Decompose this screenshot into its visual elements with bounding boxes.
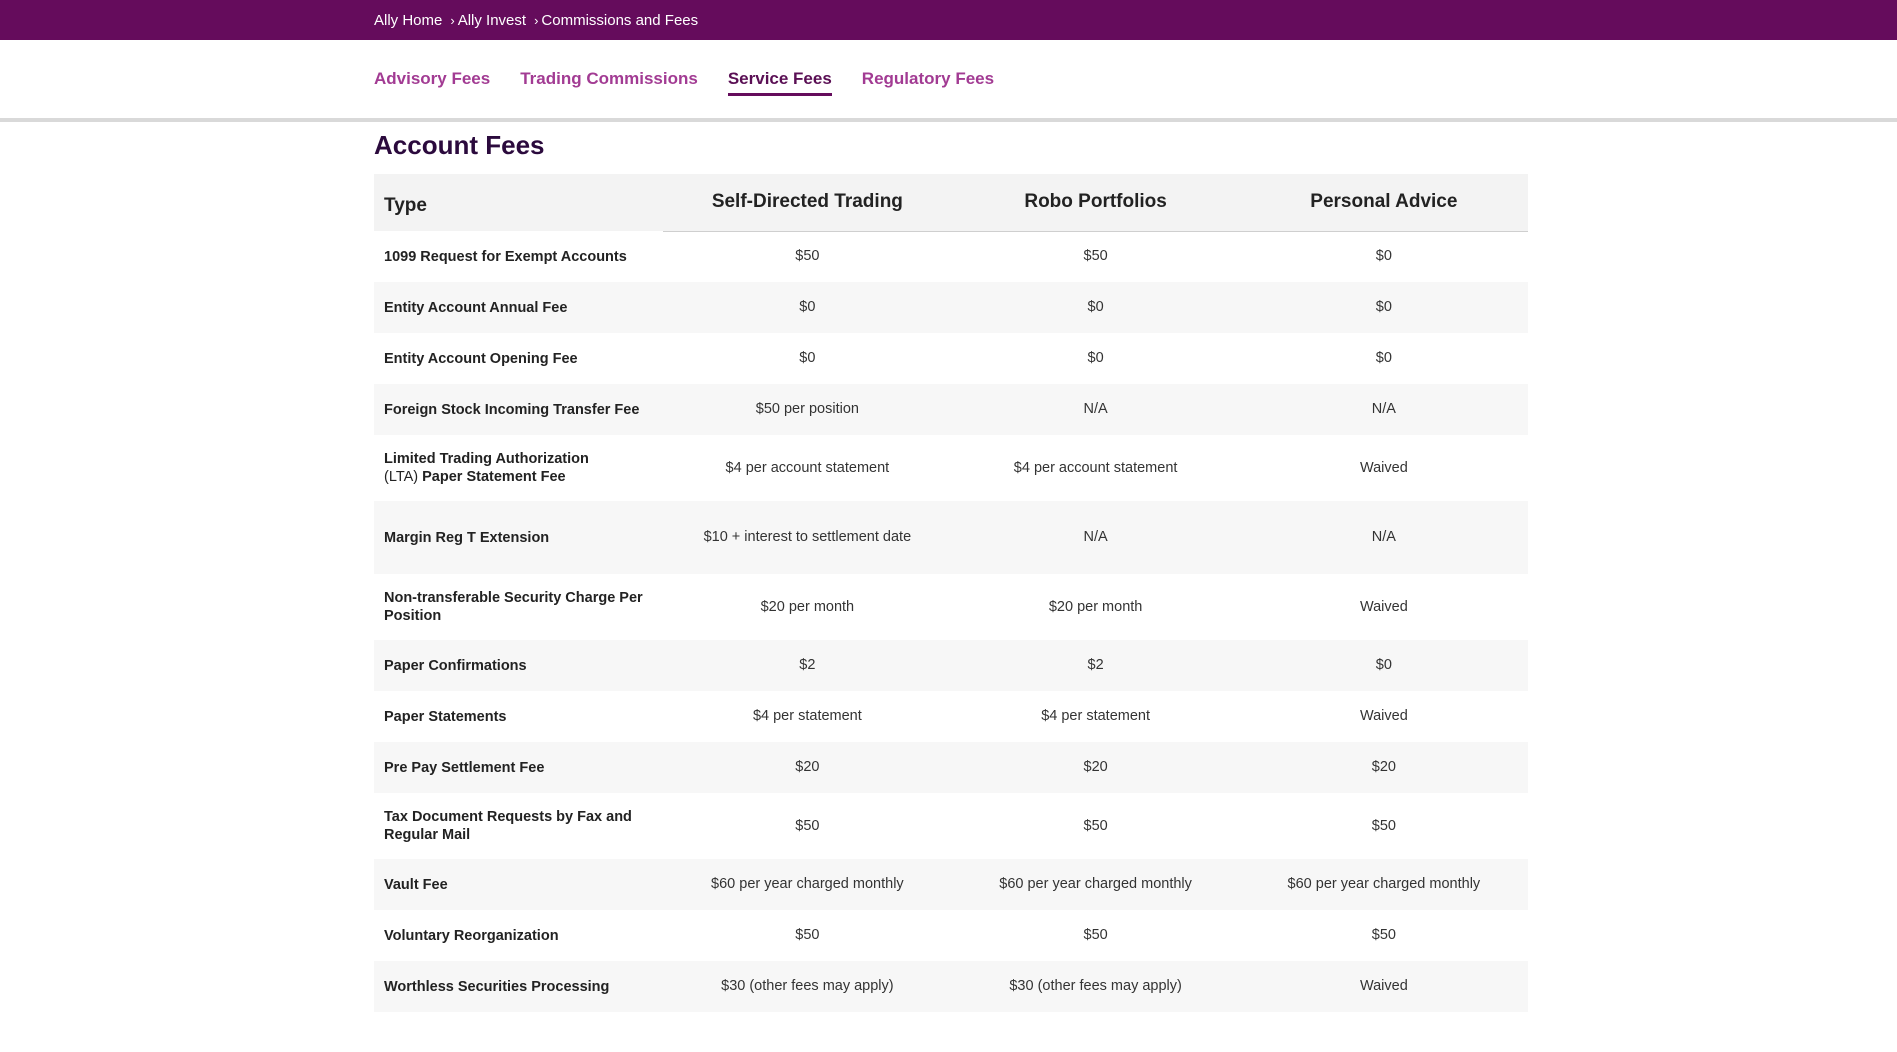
- fee-self-directed: $4 per account statement: [725, 459, 890, 476]
- fee-personal-advice: $50: [1371, 817, 1396, 834]
- fee-robo: $60 per year charged monthly: [999, 876, 1192, 892]
- fee-personal-advice: $20: [1371, 759, 1396, 775]
- table-row: Margin Reg T Extension $10 + interest to…: [374, 501, 1528, 574]
- tab-regulatory-fees[interactable]: Regulatory Fees: [862, 69, 994, 93]
- fee-personal-advice: $60 per year charged monthly: [1287, 876, 1481, 892]
- breadcrumb-link-ally-invest[interactable]: Ally Invest: [458, 12, 526, 29]
- fee-self-directed: $50: [795, 927, 820, 943]
- table-row: Paper Confirmations $2 $2 $0: [374, 640, 1528, 691]
- fee-self-directed: $4 per statement: [752, 708, 862, 724]
- fee-self-directed: $0: [799, 350, 816, 366]
- fee-type: Entity Account Annual Fee: [384, 299, 568, 316]
- fee-personal-advice: $0: [1375, 299, 1392, 315]
- fee-robo: $50: [1083, 817, 1108, 834]
- fee-robo: N/A: [1083, 529, 1108, 545]
- fee-type: Voluntary Reorganization: [384, 927, 559, 944]
- fee-self-directed: $30 (other fees may apply): [721, 978, 894, 994]
- table-row: Pre Pay Settlement Fee $20 $20 $20: [374, 742, 1528, 793]
- table-row: Entity Account Opening Fee $0 $0 $0: [374, 333, 1528, 384]
- fee-personal-advice: Waived: [1359, 708, 1408, 724]
- fee-type: Entity Account Opening Fee: [384, 350, 578, 367]
- fee-self-directed: $50 per position: [755, 401, 859, 417]
- fee-type: Limited Trading Authorization (LTA) Paper…: [374, 435, 663, 501]
- fee-type: Margin Reg T Extension: [384, 529, 550, 546]
- tab-advisory-fees[interactable]: Advisory Fees: [374, 69, 490, 93]
- fee-type: Foreign Stock Incoming Transfer Fee: [384, 401, 640, 418]
- fee-type: Tax Document Requests by Fax and Regular…: [384, 809, 632, 843]
- fee-robo: $0: [1087, 299, 1104, 315]
- breadcrumb-link-ally-home[interactable]: Ally Home: [374, 12, 442, 29]
- table-row: 1099 Request for Exempt Accounts $50 $50…: [374, 231, 1528, 282]
- table-row: Tax Document Requests by Fax and Regular…: [374, 793, 1528, 859]
- fee-robo: $20 per month: [1048, 598, 1143, 615]
- fee-self-directed: $0: [799, 299, 816, 315]
- fee-personal-advice: $0: [1375, 248, 1392, 265]
- fee-personal-advice: $0: [1375, 350, 1392, 366]
- tab-service-fees[interactable]: Service Fees: [727, 69, 832, 96]
- section-title: Account Fees: [374, 130, 545, 160]
- table-row: Foreign Stock Incoming Transfer Fee $50 …: [374, 384, 1528, 435]
- fee-type: Non-transferable Security Charge Per Pos…: [384, 590, 643, 624]
- tab-trading-commissions[interactable]: Trading Commissions: [520, 69, 698, 93]
- fee-self-directed: $2: [799, 657, 816, 673]
- table-header-row: Type Self-Directed Trading Robo Portfoli…: [374, 174, 1528, 232]
- chevron-right-icon: ›: [534, 12, 539, 28]
- fee-robo: $2: [1087, 657, 1104, 673]
- fee-tabs: Advisory Fees Trading Commissions Servic…: [0, 40, 1897, 122]
- breadcrumb-link-commissions-and-fees[interactable]: Commissions and Fees: [541, 12, 698, 29]
- main-content: Account Fees Type Self-Directed Trading …: [374, 126, 1528, 1012]
- fee-personal-advice: Waived: [1359, 598, 1408, 615]
- fee-self-directed: $50: [795, 817, 820, 834]
- fee-type: Pre Pay Settlement Fee: [384, 759, 545, 776]
- fee-self-directed: $10 + interest to settlement date: [703, 529, 912, 545]
- table-row: Vault Fee $60 per year charged monthly $…: [374, 859, 1528, 910]
- fee-self-directed: $20 per month: [760, 598, 855, 615]
- fee-type-abbr: (LTA): [384, 469, 419, 485]
- column-header-robo: Robo Portfolios: [951, 174, 1240, 232]
- fee-personal-advice: N/A: [1371, 401, 1396, 417]
- chevron-right-icon: ›: [450, 12, 455, 28]
- fee-robo: $0: [1087, 350, 1104, 366]
- fee-type-part: Limited Trading Authorization: [384, 451, 589, 467]
- fee-robo: $50: [1083, 248, 1108, 265]
- fee-type: Paper Statements: [384, 708, 507, 725]
- fee-robo: $50: [1083, 927, 1108, 943]
- table-row: Paper Statements $4 per statement $4 per…: [374, 691, 1528, 742]
- table-row: Entity Account Annual Fee $0 $0 $0: [374, 282, 1528, 333]
- table-row: Voluntary Reorganization $50 $50 $50: [374, 910, 1528, 961]
- column-header-self-directed: Self-Directed Trading: [663, 174, 952, 232]
- table-row: Limited Trading Authorization (LTA) Paper…: [374, 435, 1528, 501]
- fee-robo: $4 per statement: [1041, 708, 1151, 724]
- fee-self-directed: $50: [795, 248, 820, 265]
- fee-type: Paper Confirmations: [384, 657, 527, 674]
- fee-personal-advice: N/A: [1371, 529, 1396, 545]
- fee-self-directed: $20: [795, 759, 820, 775]
- fee-personal-advice: $0: [1375, 657, 1392, 673]
- breadcrumb-bar: Ally Home › Ally Invest › Commissions an…: [0, 0, 1897, 40]
- account-fees-table: Type Self-Directed Trading Robo Portfoli…: [374, 174, 1528, 1012]
- fee-robo: N/A: [1083, 401, 1108, 417]
- table-row: Worthless Securities Processing $30 (oth…: [374, 961, 1528, 1012]
- fee-personal-advice: Waived: [1359, 459, 1408, 476]
- fee-type: Vault Fee: [384, 876, 448, 893]
- column-header-personal-advice: Personal Advice: [1239, 174, 1528, 232]
- column-header-type: Type: [384, 194, 427, 216]
- fee-robo: $30 (other fees may apply): [1009, 978, 1182, 994]
- fee-self-directed: $60 per year charged monthly: [711, 876, 904, 892]
- fee-type-part: Paper Statement Fee: [422, 469, 566, 485]
- fee-personal-advice: $50: [1371, 927, 1396, 943]
- fee-robo: $4 per account statement: [1013, 459, 1178, 476]
- fee-type: 1099 Request for Exempt Accounts: [384, 248, 627, 265]
- fee-robo: $20: [1083, 759, 1108, 775]
- table-row: Non-transferable Security Charge Per Pos…: [374, 574, 1528, 640]
- fee-type: Worthless Securities Processing: [384, 978, 610, 995]
- fee-personal-advice: Waived: [1359, 978, 1408, 994]
